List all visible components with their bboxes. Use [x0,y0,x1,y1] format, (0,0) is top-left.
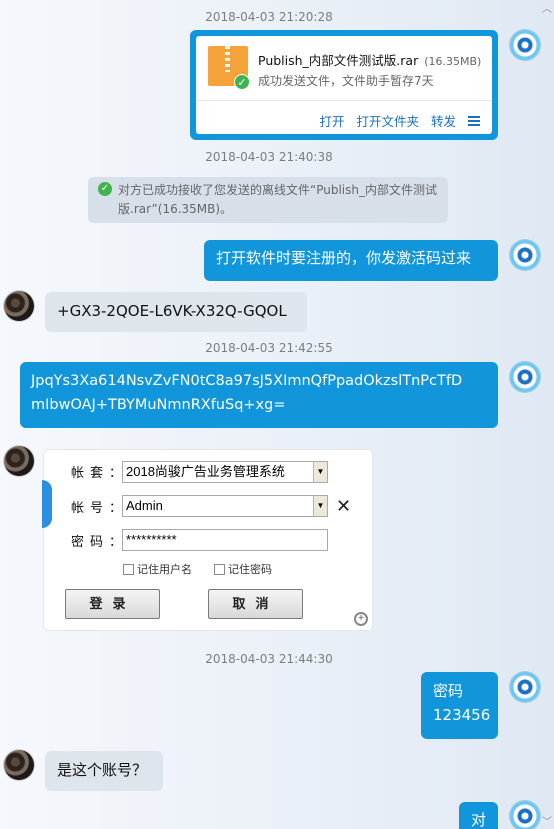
avatar[interactable] [510,362,540,392]
message-text: 是这个账号？ [57,761,148,779]
chat-bubble-outgoing[interactable]: 对 [459,802,498,829]
timestamp: 2018-04-03 21:44:30 [205,652,333,666]
chat-bubble-incoming[interactable]: 是这个账号？ [45,751,163,791]
password-field: ********** [122,529,328,551]
file-status: 成功发送文件，文件助手暂存7天 [258,74,434,88]
forward-link[interactable]: 转发 [431,111,456,130]
open-folder-link[interactable]: 打开文件夹 [356,111,419,130]
chat-bubble-outgoing[interactable]: 密码 123456 [421,672,498,739]
file-name: Publish_内部文件测试版.rar [258,53,419,68]
message-text: 密码 [433,682,464,700]
message-text: 123456 [433,706,491,724]
chat-bubble-outgoing[interactable]: 打开软件时要注册的，你发激活码过来 [204,240,498,281]
login-button: 登录 [65,589,160,619]
checkbox-icon [214,563,225,575]
timestamp: 2018-04-03 21:40:38 [205,150,333,164]
system-notice: ✓ 对方已成功接收了您发送的离线文件“Publish_内部文件测试版.rar”(… [88,177,448,223]
avatar[interactable] [510,240,540,270]
success-check-icon: ✓ [98,182,112,196]
timestamp: 2018-04-03 21:42:55 [205,341,333,355]
avatar[interactable] [510,30,540,60]
close-icon: ✕ [336,496,352,516]
message-text: 对 [471,811,487,829]
chat-bubble-incoming[interactable]: +GX3-2QOE-L6VK-X32Q-GQOL [45,292,307,332]
menu-icon[interactable] [468,115,480,126]
chevron-down-icon: ▼ [313,496,327,516]
message-text: 打开软件时要注册的，你发激活码过来 [216,249,472,267]
password-label: 密码： [71,534,129,549]
scroll-down-icon[interactable]: ﹀ [540,813,554,829]
file-size: (16.35MB) [424,55,482,68]
message-text: JpqYs3Xa614NsvZvFN0tC8a97sJ5XImnQfPpadOk… [31,373,463,389]
chat-bubble-outgoing[interactable]: JpqYs3Xa614NsvZvFN0tC8a97sJ5XImnQfPpadOk… [20,362,498,428]
open-link[interactable]: 打开 [319,111,344,130]
avatar[interactable] [4,750,34,780]
avatar[interactable] [4,291,34,321]
cancel-button: 取消 [208,589,303,619]
message-text: mIbwOAJ+TBYMuNmnRXfuSq+xg= [31,397,286,413]
account-set-label: 帐套： [71,465,129,480]
zoom-in-icon[interactable]: + [354,612,368,626]
remember-password-label: 记住密码 [228,564,272,576]
account-select: Admin ▼ [122,495,328,517]
remember-user-label: 记住用户名 [137,564,192,576]
avatar[interactable] [4,446,34,476]
success-check-icon: ✓ [234,74,250,90]
file-message-card[interactable]: ✓ Publish_内部文件测试版.rar (16.35MB) 成功发送文件，文件… [190,30,498,140]
system-notice-text: 对方已成功接收了您发送的离线文件“Publish_内部文件测试版.rar”(16… [118,183,437,216]
login-screenshot-image[interactable]: 帐套： 2018尚骏广告业务管理系统 ▼ 帐号： Admin ▼ ✕ 密码： *… [42,450,372,630]
avatar[interactable] [510,801,540,829]
account-label: 帐号： [71,500,129,515]
avatar[interactable] [510,672,540,702]
chevron-down-icon: ▼ [313,462,327,482]
message-text: +GX3-2QOE-L6VK-X32Q-GQOL [57,302,287,320]
checkbox-icon [123,563,134,575]
account-set-select: 2018尚骏广告业务管理系统 ▼ [122,461,328,483]
timestamp: 2018-04-03 21:20:28 [205,10,333,24]
